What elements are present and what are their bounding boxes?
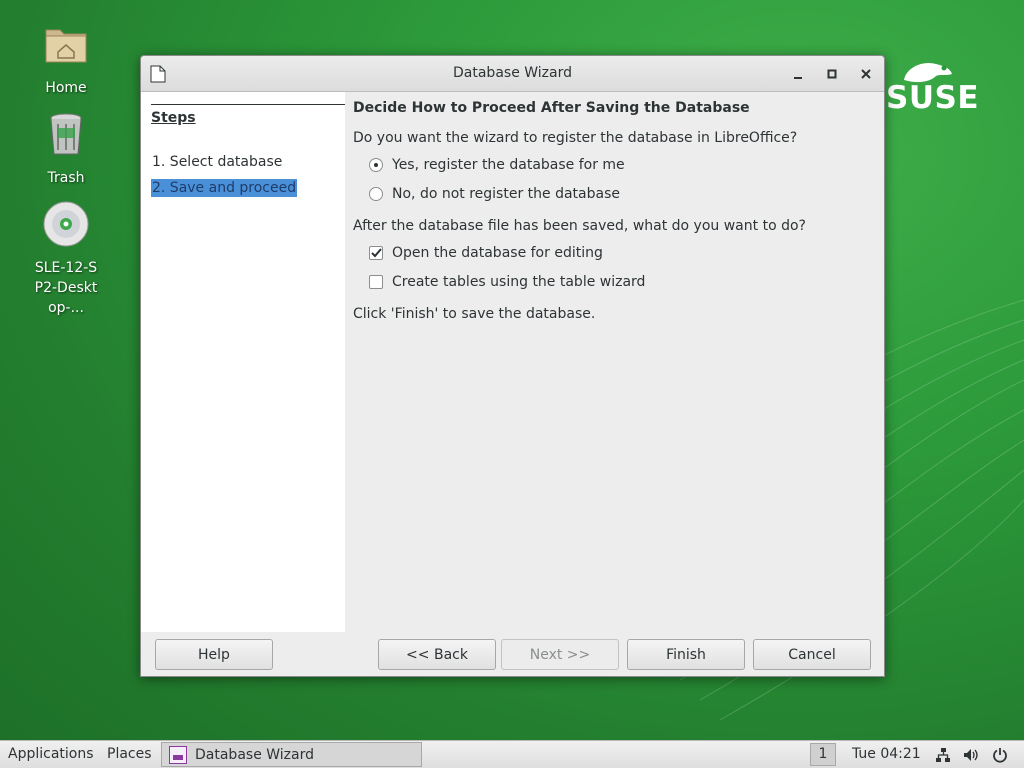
- register-yes-label: Yes, register the database for me: [392, 157, 625, 173]
- libreoffice-base-icon: [169, 745, 187, 764]
- window-title: Database Wizard: [453, 65, 572, 81]
- workspace-switcher[interactable]: 1: [810, 743, 836, 766]
- create-tables-label: Create tables using the table wizard: [392, 274, 646, 290]
- create-tables-checkbox[interactable]: Create tables using the table wizard: [369, 274, 645, 290]
- open-for-editing-label: Open the database for editing: [392, 245, 603, 261]
- taskbar-item-label: Database Wizard: [195, 746, 314, 763]
- window-titlebar[interactable]: Database Wizard: [141, 56, 884, 92]
- open-for-editing-checkbox[interactable]: Open the database for editing: [369, 245, 603, 261]
- steps-pane: Steps 1. Select database 2. Save and pro…: [141, 92, 345, 632]
- step-save-and-proceed[interactable]: 2. Save and proceed: [151, 179, 298, 197]
- suse-wordmark: SUSE: [886, 80, 980, 116]
- minimize-button[interactable]: [788, 64, 808, 84]
- trash-icon: [50, 113, 82, 155]
- next-button[interactable]: Next >>: [501, 639, 619, 670]
- volume-icon[interactable]: [963, 747, 979, 763]
- taskbar: Applications Places Database Wizard 1 Tu…: [0, 740, 1024, 768]
- network-icon[interactable]: [935, 747, 951, 763]
- finish-button[interactable]: Finish: [627, 639, 745, 670]
- cancel-button[interactable]: Cancel: [753, 639, 871, 670]
- register-question: Do you want the wizard to register the d…: [353, 130, 798, 146]
- steps-divider: [151, 104, 345, 105]
- database-wizard-window: Database Wizard Steps 1. Select database…: [140, 55, 885, 677]
- desktop-icon-label: SLE-12-SP2-Desktop-...: [34, 260, 98, 316]
- checkbox-indicator[interactable]: [369, 246, 383, 260]
- minimize-icon: [794, 77, 802, 79]
- power-icon[interactable]: [992, 747, 1008, 763]
- cd-disc-icon: [43, 201, 89, 247]
- desktop-icon-label: Trash: [47, 170, 85, 186]
- close-button[interactable]: [856, 64, 876, 84]
- close-icon: [861, 69, 871, 79]
- register-no-label: No, do not register the database: [392, 186, 620, 202]
- maximize-icon: [827, 69, 837, 79]
- back-button[interactable]: << Back: [378, 639, 496, 670]
- register-yes-radio[interactable]: Yes, register the database for me: [369, 157, 625, 173]
- page-heading: Decide How to Proceed After Saving the D…: [353, 100, 750, 116]
- desktop-icon-trash[interactable]: Trash: [21, 110, 111, 188]
- desktop-icon-label: Home: [45, 80, 87, 96]
- checkbox-indicator[interactable]: [369, 275, 383, 289]
- desktop-icon-home[interactable]: Home: [21, 20, 111, 98]
- places-menu[interactable]: Places: [107, 746, 152, 762]
- after-save-question: After the database file has been saved, …: [353, 218, 806, 234]
- finish-hint: Click 'Finish' to save the database.: [353, 306, 596, 322]
- desktop-icon-disc[interactable]: SLE-12-SP2-Desktop-...: [21, 200, 111, 318]
- step-select-database[interactable]: 1. Select database: [151, 153, 283, 171]
- applications-menu[interactable]: Applications: [8, 746, 94, 762]
- steps-title: Steps: [151, 110, 196, 126]
- radio-indicator[interactable]: [369, 187, 383, 201]
- suse-logo: SUSE: [880, 58, 980, 118]
- clock[interactable]: Tue 04:21: [852, 746, 921, 762]
- maximize-button[interactable]: [822, 64, 842, 84]
- radio-indicator[interactable]: [369, 158, 383, 172]
- taskbar-item-database-wizard[interactable]: Database Wizard: [161, 742, 422, 767]
- register-no-radio[interactable]: No, do not register the database: [369, 186, 620, 202]
- help-button[interactable]: Help: [155, 639, 273, 670]
- home-folder-icon: [45, 29, 87, 63]
- checkmark-icon: [371, 248, 382, 258]
